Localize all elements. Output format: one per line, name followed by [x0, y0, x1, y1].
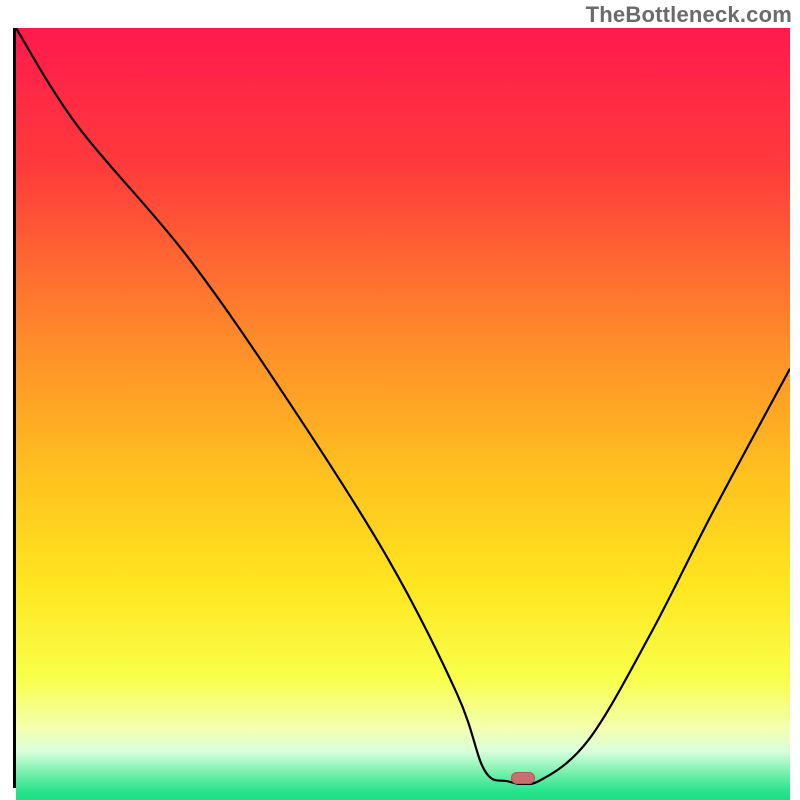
watermark-text: TheBottleneck.com	[586, 2, 792, 28]
optimal-marker	[511, 772, 535, 784]
plot-area	[13, 28, 790, 788]
chart-frame: TheBottleneck.com	[0, 0, 800, 800]
background-gradient	[16, 28, 790, 800]
